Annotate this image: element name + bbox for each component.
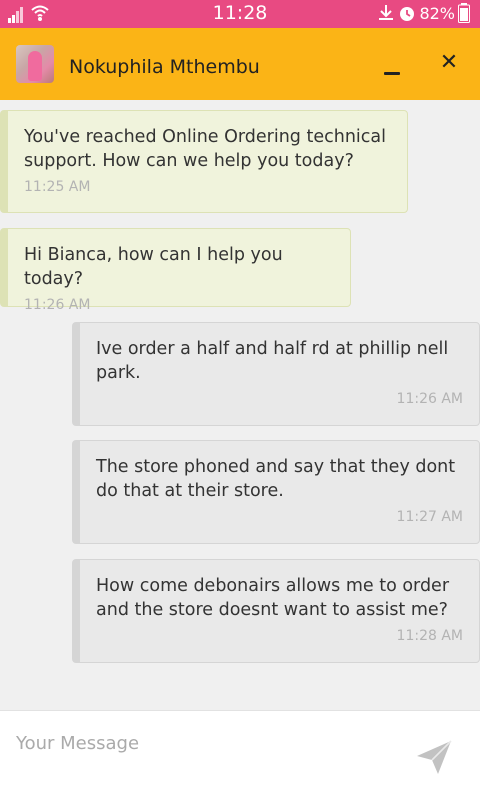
message-composer — [0, 710, 480, 801]
avatar[interactable] — [16, 45, 54, 83]
alarm-icon — [400, 7, 415, 21]
message-text: Hi Bianca, how can I help you today? — [24, 245, 283, 289]
avatar-figure — [28, 51, 42, 81]
message-outgoing: The store phoned and say that they dont … — [72, 440, 480, 544]
minimize-icon[interactable] — [384, 62, 402, 80]
message-time: 11:28 AM — [396, 628, 463, 644]
status-right: 82% — [377, 3, 470, 23]
message-text: You've reached Online Ordering technical… — [24, 127, 386, 171]
send-icon — [417, 740, 452, 774]
message-outgoing: Ive order a half and half rd at phillip … — [72, 322, 480, 426]
message-time: 11:25 AM — [24, 179, 91, 195]
status-bar: 11:28 82% — [0, 0, 480, 28]
send-button[interactable] — [414, 737, 454, 777]
message-outgoing: How come debonairs allows me to order an… — [72, 559, 480, 663]
message-incoming: You've reached Online Ordering technical… — [0, 110, 408, 213]
battery-icon — [458, 3, 470, 23]
message-input[interactable] — [14, 727, 398, 759]
chat-header: Nokuphila Mthembu ✕ — [0, 28, 480, 100]
message-time: 11:26 AM — [24, 297, 91, 313]
message-time: 11:26 AM — [396, 391, 463, 407]
message-text: How come debonairs allows me to order an… — [96, 576, 450, 620]
message-list[interactable]: You've reached Online Ordering technical… — [0, 100, 480, 710]
download-icon — [379, 5, 394, 20]
message-incoming: Hi Bianca, how can I help you today? 11:… — [0, 228, 351, 313]
close-icon[interactable]: ✕ — [436, 50, 462, 76]
message-text: The store phoned and say that they dont … — [96, 457, 456, 501]
contact-name: Nokuphila Mthembu — [69, 56, 260, 78]
message-text: Ive order a half and half rd at phillip … — [96, 339, 449, 383]
message-time: 11:27 AM — [396, 509, 463, 525]
battery-text: 82% — [419, 3, 455, 23]
